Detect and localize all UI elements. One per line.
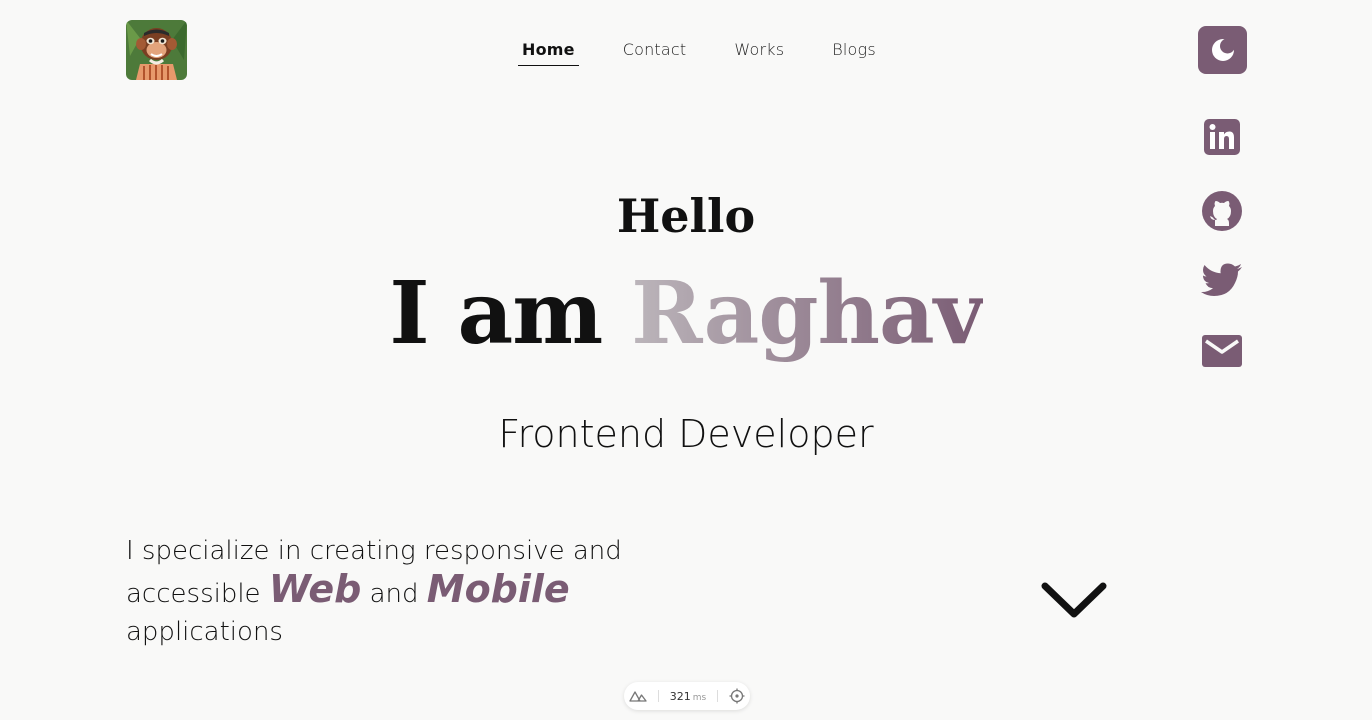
- specialization-description: I specialize in creating responsive and …: [126, 532, 746, 651]
- nav-home[interactable]: Home: [518, 38, 579, 66]
- desc-web-highlight: Web: [268, 567, 362, 611]
- portfolio-page: Home Contact Works Blogs Hello I am Ragh…: [0, 0, 1372, 720]
- desc-mobile-highlight: Mobile: [426, 567, 570, 611]
- render-time: 321 ms: [670, 690, 706, 703]
- toolbar-divider: [658, 690, 660, 702]
- inspect-target-icon[interactable]: [729, 688, 745, 704]
- main-nav: Home Contact Works Blogs: [518, 38, 880, 66]
- monkey-avatar-logo[interactable]: [126, 20, 187, 80]
- desc-and: and: [369, 579, 419, 609]
- linkedin-link[interactable]: [1203, 118, 1241, 162]
- desc-line-1: I specialize in creating responsive and: [126, 536, 622, 566]
- chevron-down-icon: [1041, 582, 1107, 618]
- intro-heading: I am Raghav: [0, 258, 1372, 370]
- render-time-value: 321: [669, 689, 691, 703]
- moon-icon: [1211, 38, 1235, 61]
- intro-prefix: I am: [389, 263, 632, 364]
- role-title: Frontend Developer: [498, 412, 874, 456]
- theme-toggle-button[interactable]: [1198, 26, 1247, 74]
- desc-applications: applications: [126, 617, 283, 647]
- nav-contact[interactable]: Contact: [619, 38, 691, 66]
- developer-name: Raghav: [631, 263, 984, 364]
- dev-toolbar[interactable]: 321 ms: [624, 682, 750, 710]
- scroll-down-button[interactable]: [1040, 578, 1108, 626]
- linkedin-icon: [1204, 119, 1240, 155]
- greeting-heading: Hello: [616, 189, 756, 243]
- toolbar-divider: [716, 690, 718, 702]
- nav-blogs[interactable]: Blogs: [828, 38, 880, 66]
- desc-accessible: accessible: [126, 579, 261, 609]
- render-time-unit: ms: [692, 692, 707, 703]
- nav-works[interactable]: Works: [730, 38, 788, 66]
- nuxt-logo-icon[interactable]: [629, 690, 647, 702]
